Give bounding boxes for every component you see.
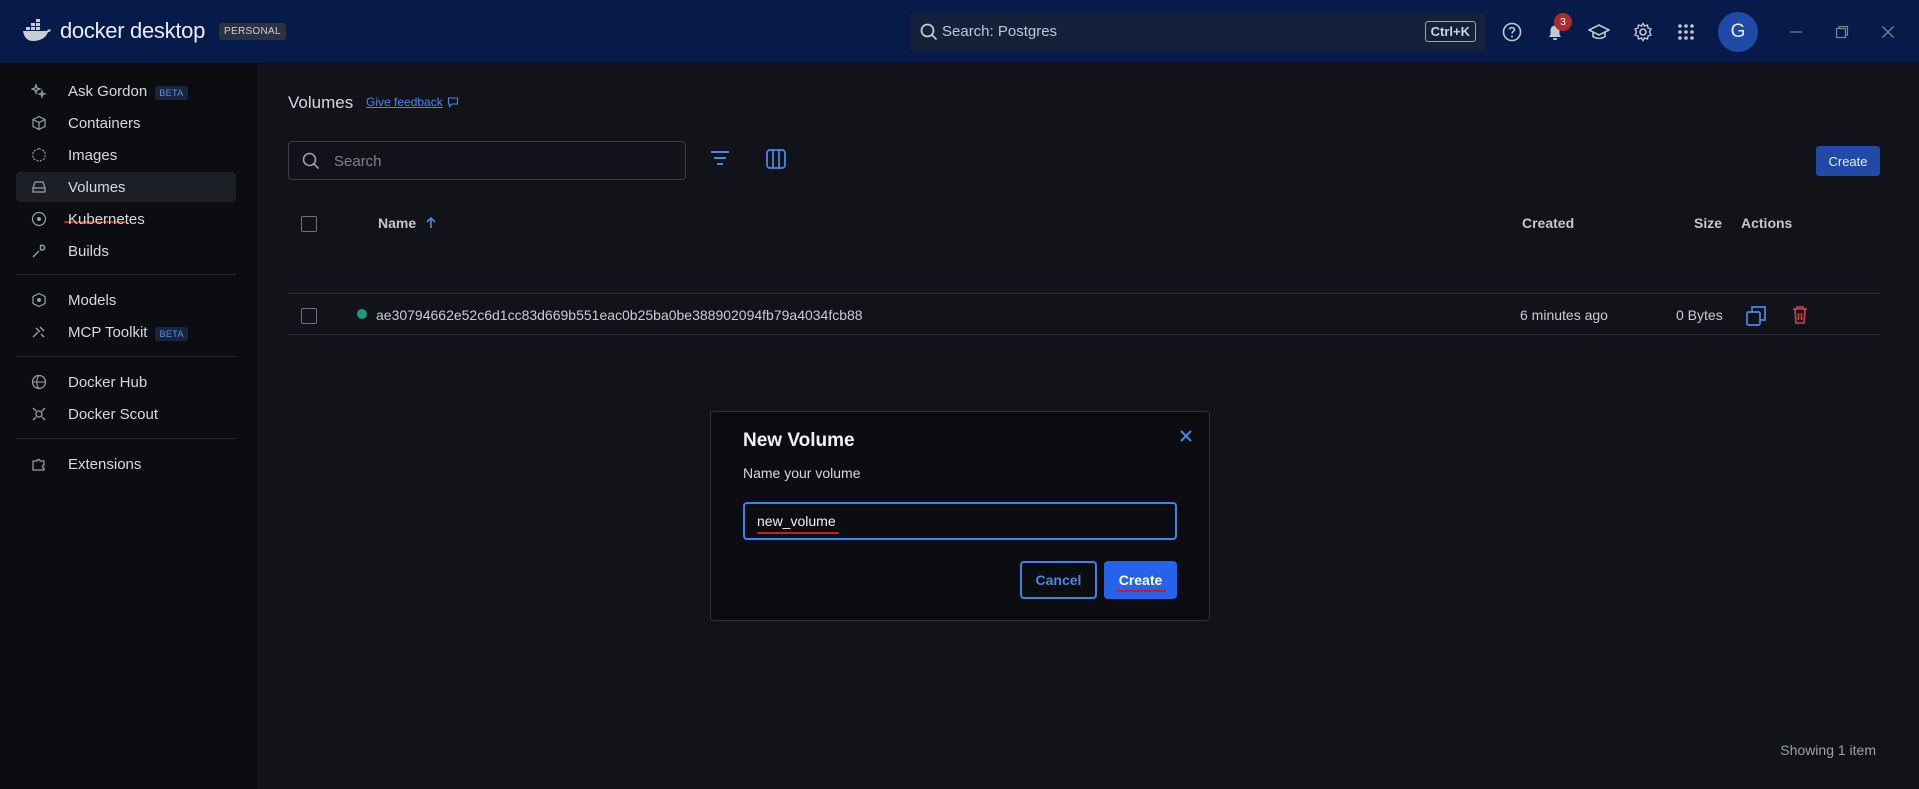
sidebar-item-kubernetes[interactable]: Kubernetes bbox=[16, 204, 236, 234]
container-icon bbox=[31, 115, 47, 131]
select-all-checkbox[interactable] bbox=[301, 216, 317, 232]
avatar[interactable]: G bbox=[1718, 12, 1758, 52]
create-volume-button[interactable]: Create bbox=[1816, 146, 1880, 176]
beta-badge: BETA bbox=[155, 326, 188, 341]
volume-search-input[interactable]: Search bbox=[288, 141, 686, 180]
chat-bubble-icon bbox=[447, 97, 458, 108]
sidebar-item-builds[interactable]: Builds bbox=[16, 236, 236, 266]
delete-icon[interactable] bbox=[1791, 305, 1809, 330]
new-volume-dialog: New Volume Name your volume Cancel Creat… bbox=[710, 411, 1210, 621]
sort-ascending-icon bbox=[426, 216, 436, 228]
volume-name[interactable]: ae30794662e52c6d1cc83d669b551eac0b25ba0b… bbox=[376, 307, 863, 323]
item-count: Showing 1 item bbox=[1780, 742, 1876, 758]
give-feedback-link[interactable]: Give feedback bbox=[366, 95, 459, 109]
sidebar-divider bbox=[16, 356, 236, 357]
learning-center-icon[interactable] bbox=[1587, 20, 1611, 44]
restore-icon[interactable] bbox=[1830, 20, 1854, 44]
volume-created: 6 minutes ago bbox=[1520, 307, 1608, 323]
beta-badge: BETA bbox=[155, 85, 188, 100]
search-placeholder: Search bbox=[334, 153, 382, 170]
app-name: docker desktop bbox=[60, 18, 205, 43]
docker-whale-icon bbox=[23, 19, 51, 41]
sidebar-item-label: Containers bbox=[68, 114, 141, 132]
sparkle-icon bbox=[31, 83, 47, 99]
sidebar-divider bbox=[16, 274, 236, 275]
close-window-icon[interactable] bbox=[1876, 20, 1900, 44]
sidebar-item-images[interactable]: Images bbox=[16, 140, 236, 170]
sidebar-item-mcp-toolkit[interactable]: MCP Toolkit BETA bbox=[16, 317, 236, 347]
close-icon[interactable] bbox=[1176, 426, 1196, 446]
sidebar-item-label: Ask Gordon bbox=[68, 82, 148, 100]
help-icon[interactable] bbox=[1500, 20, 1524, 44]
puzzle-icon bbox=[31, 456, 47, 472]
column-header-actions: Actions bbox=[1741, 215, 1793, 231]
sidebar-item-models[interactable]: Models bbox=[16, 285, 236, 315]
image-icon bbox=[31, 147, 47, 163]
column-header-created[interactable]: Created bbox=[1522, 215, 1574, 231]
notification-badge: 3 bbox=[1554, 13, 1572, 31]
sidebar-item-label: MCP Toolkit bbox=[68, 323, 148, 341]
sidebar-item-volumes[interactable]: Volumes bbox=[16, 172, 236, 202]
minimize-icon[interactable] bbox=[1784, 20, 1808, 44]
sidebar-item-label: Models bbox=[68, 291, 117, 309]
row-checkbox[interactable] bbox=[301, 308, 317, 324]
top-bar: docker desktop PERSONAL Search: Postgres… bbox=[0, 0, 1919, 63]
feedback-label: Give feedback bbox=[366, 95, 443, 109]
sidebar-item-ask-gordon[interactable]: Ask Gordon BETA bbox=[16, 76, 236, 106]
wrench-icon bbox=[31, 243, 47, 259]
sidebar-item-docker-scout[interactable]: Docker Scout bbox=[16, 399, 236, 429]
dialog-subtitle: Name your volume bbox=[743, 465, 861, 481]
plan-badge: PERSONAL bbox=[219, 22, 286, 40]
annotation-underline bbox=[757, 532, 839, 534]
sidebar-divider bbox=[16, 438, 236, 439]
toolkit-icon bbox=[31, 324, 47, 340]
search-shortcut: Ctrl+K bbox=[1424, 21, 1476, 42]
column-header-size[interactable]: Size bbox=[1694, 215, 1722, 231]
sidebar-item-label: Extensions bbox=[68, 455, 142, 473]
kubernetes-icon bbox=[31, 211, 47, 227]
globe-icon bbox=[31, 374, 47, 390]
sidebar-item-containers[interactable]: Containers bbox=[16, 108, 236, 138]
sidebar-item-label: Builds bbox=[68, 242, 109, 260]
create-button[interactable]: Create bbox=[1104, 561, 1177, 599]
columns-icon[interactable] bbox=[765, 148, 787, 175]
volume-size: 0 Bytes bbox=[1676, 307, 1723, 323]
column-header-name[interactable]: Name bbox=[378, 215, 438, 231]
global-search[interactable]: Search: Postgres Ctrl+K bbox=[910, 13, 1486, 51]
search-icon bbox=[920, 23, 938, 41]
row-divider bbox=[288, 334, 1880, 335]
sidebar-item-label: Docker Hub bbox=[68, 373, 148, 391]
annotation-underline bbox=[1116, 590, 1166, 592]
clone-icon[interactable] bbox=[1745, 305, 1767, 332]
filter-icon[interactable] bbox=[709, 149, 731, 172]
sidebar-item-extensions[interactable]: Extensions bbox=[16, 449, 236, 479]
volume-name-input[interactable] bbox=[743, 502, 1177, 540]
docker-logo[interactable]: docker desktop PERSONAL bbox=[22, 18, 286, 44]
sidebar-item-label: Kubernetes bbox=[68, 210, 145, 228]
sidebar-item-label: Images bbox=[68, 146, 118, 164]
settings-icon[interactable] bbox=[1631, 20, 1655, 44]
page-title: Volumes bbox=[288, 93, 354, 112]
column-label: Name bbox=[378, 215, 417, 231]
header-divider bbox=[288, 293, 1880, 294]
search-text: Search: Postgres bbox=[942, 23, 1058, 40]
sidebar-item-label: Volumes bbox=[68, 178, 126, 196]
sidebar: Ask Gordon BETA Containers Images Volumes… bbox=[0, 63, 257, 789]
cancel-button[interactable]: Cancel bbox=[1020, 561, 1097, 599]
cube-icon bbox=[31, 292, 47, 308]
sidebar-item-label: Docker Scout bbox=[68, 405, 159, 423]
search-icon bbox=[302, 152, 320, 170]
sidebar-item-docker-hub[interactable]: Docker Hub bbox=[16, 367, 236, 397]
dialog-title: New Volume bbox=[743, 430, 855, 451]
status-dot bbox=[357, 309, 367, 319]
apps-grid-icon[interactable] bbox=[1674, 20, 1698, 44]
volume-icon bbox=[31, 179, 47, 195]
scout-icon bbox=[31, 406, 47, 422]
